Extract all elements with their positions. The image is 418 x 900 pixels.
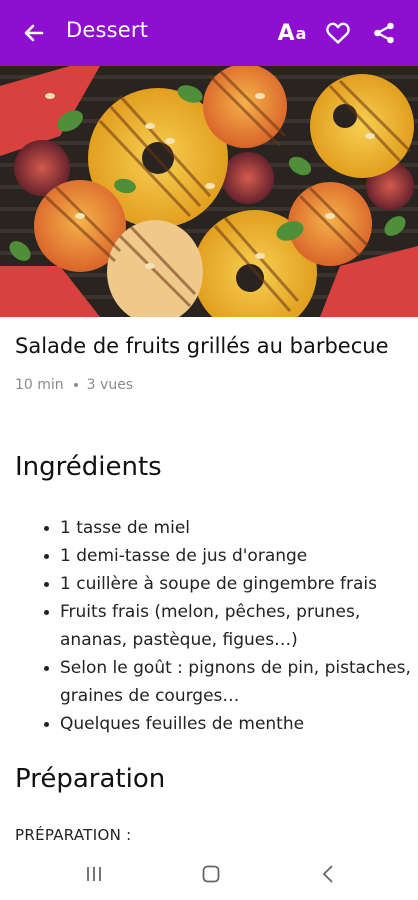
list-item: Quelques feuilles de menthe [44, 710, 414, 738]
list-item: 1 demi-tasse de jus d'orange [44, 542, 414, 570]
back-arrow-icon[interactable] [22, 21, 46, 45]
recipe-header: Salade de fruits grillés au barbecue 10 … [15, 330, 410, 393]
list-item: Fruits frais (melon, pêches, prunes, ana… [44, 598, 414, 654]
recipe-meta: 10 min 3 vues [15, 377, 410, 393]
back-icon[interactable] [318, 862, 338, 886]
app-bar: Dessert Aa [0, 0, 418, 66]
font-size-label-small: a [295, 23, 307, 43]
preparation-label: PRÉPARATION : [15, 826, 132, 844]
share-icon[interactable] [370, 19, 398, 47]
ingredients-heading: Ingrédients [15, 452, 162, 482]
heart-icon[interactable] [324, 19, 352, 47]
separator-dot [73, 383, 78, 387]
recipe-photo [0, 66, 418, 317]
home-icon[interactable] [200, 862, 222, 886]
duration-text: 10 min [15, 377, 64, 393]
page-title: Dessert [66, 18, 149, 42]
ingredients-list: 1 tasse de miel 1 demi-tasse de jus d'or… [44, 514, 414, 738]
system-nav-bar [0, 848, 418, 900]
recent-apps-icon[interactable] [84, 862, 104, 886]
preparation-heading: Préparation [15, 764, 166, 794]
views-text: 3 vues [86, 377, 134, 393]
font-size-button[interactable]: Aa [276, 19, 308, 47]
list-item: 1 cuillère à soupe de gingembre frais [44, 570, 414, 598]
list-item: 1 tasse de miel [44, 514, 414, 542]
list-item: Selon le goût : pignons de pin, pistache… [44, 654, 414, 710]
font-size-label-big: A [277, 20, 295, 46]
recipe-title: Salade de fruits grillés au barbecue [15, 334, 389, 358]
